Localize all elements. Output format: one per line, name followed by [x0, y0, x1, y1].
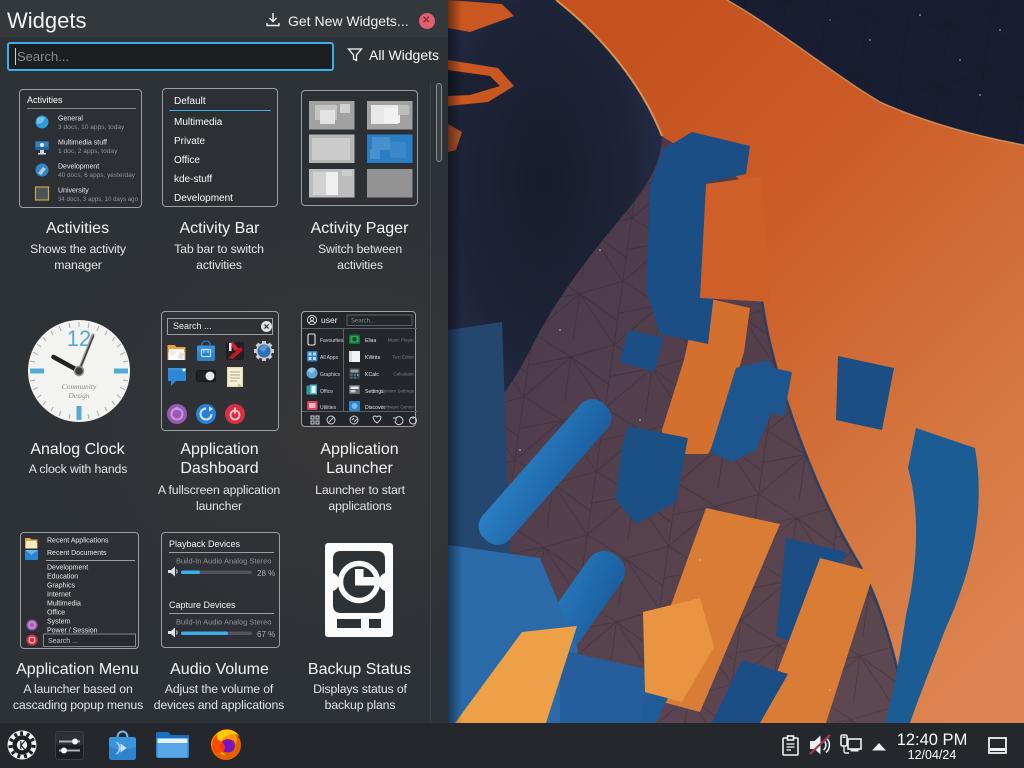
svg-text:1 doc, 2 apps, today: 1 doc, 2 apps, today	[58, 148, 118, 155]
svg-text:General: General	[58, 116, 83, 123]
svg-text:System Settings: System Settings	[381, 389, 415, 394]
svg-text:Office: Office	[47, 610, 65, 617]
svg-text:Search ...: Search ...	[48, 638, 78, 645]
svg-text:Multimedia stuff: Multimedia stuff	[58, 140, 107, 147]
svg-text:40 docs, 6 apps, yesterday: 40 docs, 6 apps, yesterday	[58, 172, 136, 179]
svg-text:Recent Documents: Recent Documents	[47, 550, 107, 557]
svg-text:KWrite: KWrite	[365, 355, 381, 361]
svg-text:Development: Development	[47, 565, 88, 572]
svg-text:Recent Applications: Recent Applications	[47, 538, 109, 545]
svg-text:Elisa: Elisa	[365, 338, 376, 344]
svg-text:KCalc: KCalc	[365, 372, 379, 378]
svg-text:67 %: 67 %	[257, 630, 275, 639]
svg-text:Calculator: Calculator	[393, 372, 414, 377]
svg-text:Community: Community	[62, 382, 97, 391]
svg-text:Build-In Audio Analog Stereo: Build-In Audio Analog Stereo	[176, 618, 272, 627]
svg-text:Favourites: Favourites	[320, 338, 344, 344]
svg-text:Music Player: Music Player	[388, 338, 415, 343]
svg-text:Development: Development	[58, 164, 99, 171]
svg-text:Software Center: Software Center	[381, 405, 415, 410]
svg-text:Office: Office	[320, 389, 333, 395]
svg-text:Build-In Audio Analog Stereo: Build-In Audio Analog Stereo	[176, 557, 272, 566]
svg-text:28 %: 28 %	[257, 569, 275, 578]
svg-text:Capture Devices: Capture Devices	[169, 600, 236, 610]
svg-text:12/04/24: 12/04/24	[908, 748, 957, 762]
svg-text:user: user	[321, 315, 338, 325]
svg-text:Playback Devices: Playback Devices	[169, 539, 241, 549]
svg-text:Graphics: Graphics	[47, 583, 76, 590]
svg-text:Utilities: Utilities	[320, 405, 337, 411]
svg-text:Power / Session: Power / Session	[47, 628, 98, 635]
svg-text:All Apps: All Apps	[320, 355, 339, 361]
svg-text:Search...: Search...	[351, 319, 375, 325]
svg-text:Multimedia: Multimedia	[47, 601, 81, 608]
svg-text:Education: Education	[47, 574, 78, 581]
svg-text:Graphics: Graphics	[320, 372, 341, 378]
svg-text:Internet: Internet	[47, 592, 71, 599]
svg-text:3 docs, 10 apps, today: 3 docs, 10 apps, today	[58, 124, 125, 131]
svg-text:University: University	[58, 188, 89, 195]
svg-text:Design: Design	[67, 391, 89, 400]
svg-text:System: System	[47, 619, 71, 626]
svg-text:Text Editor: Text Editor	[392, 355, 414, 360]
svg-text:34 docs, 3 apps, 10 days ago: 34 docs, 3 apps, 10 days ago	[58, 196, 138, 203]
svg-text:12:40 PM: 12:40 PM	[897, 731, 968, 749]
